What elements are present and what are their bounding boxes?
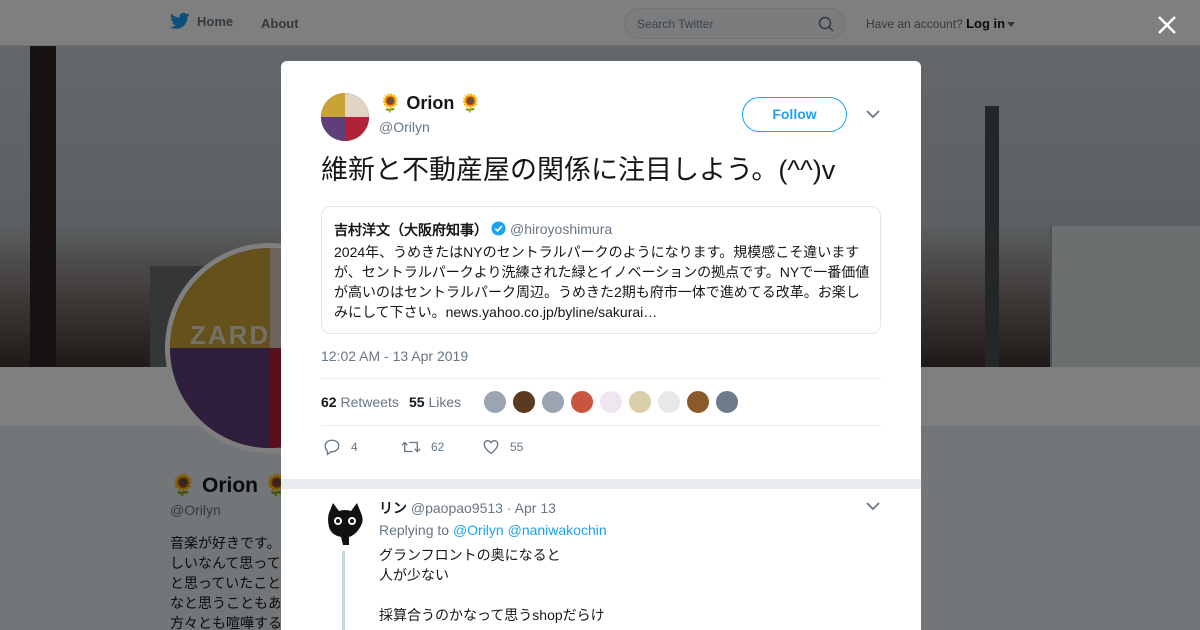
liker-avatar[interactable] [686,390,710,414]
tweet-timestamp[interactable]: 12:02 AM - 13 Apr 2019 [321,348,468,364]
reply-divider [281,479,921,489]
reply-header: リン @paopao9513 · Apr 13 [379,498,556,518]
verified-badge-icon [491,221,506,236]
liker-avatar[interactable] [570,390,594,414]
liker-avatar[interactable] [512,390,536,414]
likes-label: Likes [428,394,462,410]
reply-icon [324,439,340,456]
follow-button[interactable]: Follow [742,97,847,132]
reply-author-name[interactable]: リン [379,500,407,516]
reply-line: グランフロントの奥になると [379,547,561,563]
tweet-modal: 🌻 Orion 🌻 @Orilyn Follow 維新と不動産屋の関係に注目しよ… [281,61,921,630]
reply-count: 4 [351,440,358,454]
tweet-actions: 4 62 55 [321,438,881,468]
reply-author-handle[interactable]: @paopao9513 [411,500,503,516]
liker-avatar[interactable] [628,390,652,414]
liker-avatar[interactable] [599,390,623,414]
reply-line: 人が少ない [379,567,449,583]
retweets-count: 62 [321,394,337,410]
replying-to-link[interactable]: @Orilyn [453,522,504,538]
replying-to: Replying to @Orilyn @naniwakochin [379,522,607,538]
author-handle[interactable]: @Orilyn [379,119,430,135]
tweet-stats: 62 Retweets 55 Likes [321,378,881,426]
reply-action[interactable]: 4 [323,438,358,456]
retweet-count: 62 [431,440,445,454]
replying-to-link[interactable]: @naniwakochin [508,522,607,538]
author-name[interactable]: 🌻 Orion 🌻 [379,93,482,114]
chevron-down-icon[interactable] [866,501,880,511]
tweet-text: 維新と不動産屋の関係に注目しよう。(^^)v [321,155,836,185]
likes-stat[interactable]: 55 Likes [409,394,461,410]
like-action[interactable]: 55 [482,438,523,456]
retweet-icon [401,441,421,453]
chevron-down-icon[interactable] [866,109,880,119]
thread-line [342,551,345,630]
liker-avatar[interactable] [715,390,739,414]
liker-avatar[interactable] [657,390,681,414]
reply-text: グランフロントの奥になると 人が少ない 採算合うのかなって思うshopだらけ [379,545,859,625]
retweet-action[interactable]: 62 [401,438,444,456]
liker-avatar[interactable] [541,390,565,414]
quote-text: 2024年、うめきたはNYのセントラルパークのようになります。規模感こそ違います… [334,244,870,320]
heart-icon [483,440,499,455]
liker-avatar[interactable] [483,390,507,414]
reply-date[interactable]: · Apr 13 [507,500,556,516]
retweets-label: Retweets [340,394,399,410]
retweets-stat[interactable]: 62 Retweets [321,394,399,410]
quote-author-name: 吉村洋文（大阪府知事） [334,222,488,238]
like-count: 55 [510,440,524,454]
black-cat-avatar[interactable] [321,499,369,547]
replying-prefix: Replying to [379,522,450,538]
quote-author-handle: @hiroyoshimura [510,221,613,237]
author-avatar[interactable] [321,93,369,141]
likes-count: 55 [409,394,425,410]
quoted-tweet[interactable]: 吉村洋文（大阪府知事） @hiroyoshimura 2024年、うめきたはNY… [321,206,881,334]
close-icon[interactable] [1155,13,1179,37]
likers-avatars [483,390,739,414]
reply-line: 採算合うのかなって思うshopだらけ [379,607,605,623]
